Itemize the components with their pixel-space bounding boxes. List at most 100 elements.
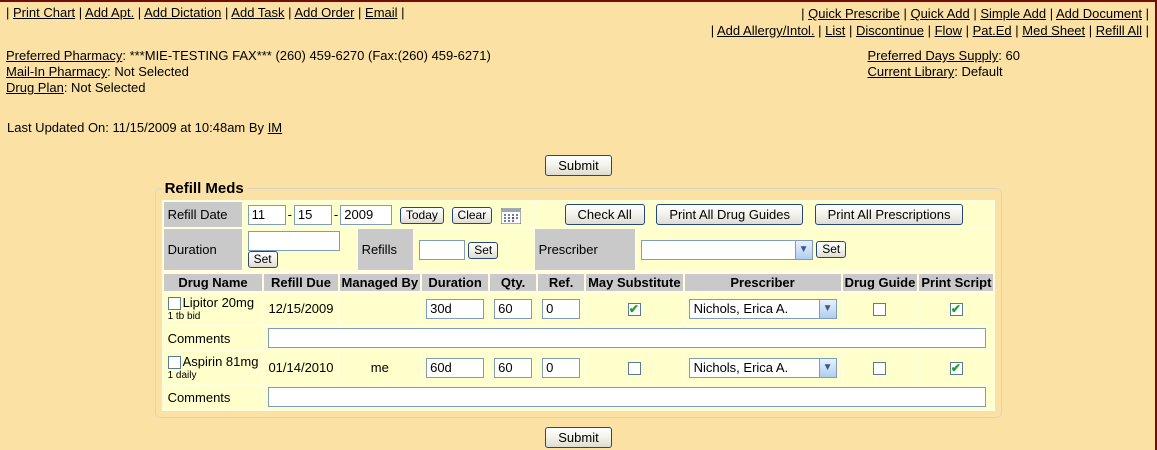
ref-cell	[538, 293, 584, 324]
refill-date-controls: -- Today Clear	[244, 202, 533, 227]
refill-date-day-input[interactable]	[294, 205, 332, 225]
nav-email[interactable]: Email	[365, 5, 398, 20]
frame-border-top	[0, 0, 1157, 2]
last-updated-user-link[interactable]: IM	[268, 120, 282, 135]
submit-button-top[interactable]: Submit	[545, 155, 611, 176]
comments-input[interactable]	[268, 387, 985, 407]
drug-guide-checkbox[interactable]	[873, 303, 886, 316]
col-duration: Duration	[422, 274, 488, 291]
refill-meds-legend: Refill Meds	[162, 180, 247, 197]
comments-label: Comments	[164, 326, 263, 350]
calendar-icon[interactable]	[501, 208, 521, 224]
drug-name: Lipitor 20mg	[183, 295, 255, 310]
duration-set-button[interactable]: Set	[248, 251, 278, 268]
drug-select-checkbox[interactable]	[168, 356, 181, 369]
duration-input[interactable]	[426, 358, 484, 378]
drug-sig: 1 daily	[168, 369, 259, 381]
prescriber-select[interactable]: Nichols, Erica A. ▼	[689, 358, 837, 378]
nav-add-dictation[interactable]: Add Dictation	[144, 5, 221, 20]
submit-row-bottom: Submit	[0, 427, 1157, 448]
today-button[interactable]: Today	[400, 207, 444, 224]
comments-cell	[264, 385, 993, 409]
col-may-substitute: May Substitute	[586, 274, 682, 291]
col-prescriber: Prescriber	[685, 274, 841, 291]
mail-in-pharmacy-link[interactable]: Mail-In Pharmacy	[6, 64, 107, 79]
drug-name: Aspirin 81mg	[183, 354, 259, 369]
print-script-cell	[919, 293, 993, 324]
refills-set-button[interactable]: Set	[468, 242, 498, 259]
nav-pat-ed[interactable]: Pat.Ed	[973, 23, 1012, 38]
col-ref: Ref.	[538, 274, 584, 291]
refills-label: Refills	[358, 229, 413, 270]
qty-input[interactable]	[494, 358, 532, 378]
mail-in-pharmacy-value: Not Selected	[114, 64, 188, 79]
submit-button-bottom[interactable]: Submit	[545, 427, 611, 448]
nav-print-chart[interactable]: Print Chart	[13, 5, 75, 20]
may-substitute-cell	[586, 352, 682, 383]
prescriber-cell: Nichols, Erica A. ▼	[685, 293, 841, 324]
col-drug-name: Drug Name	[164, 274, 263, 291]
preferred-days-supply-link[interactable]: Preferred Days Supply	[868, 48, 999, 63]
chevron-down-icon: ▼	[819, 359, 836, 377]
nav-discontinue[interactable]: Discontinue	[856, 23, 924, 38]
nav-quick-add[interactable]: Quick Add	[910, 6, 969, 21]
nav-flow[interactable]: Flow	[935, 23, 962, 38]
duration-cell	[422, 293, 488, 324]
may-substitute-cell	[586, 293, 682, 324]
nav-refill-all[interactable]: Refill All	[1096, 23, 1142, 38]
prescriber-set-button[interactable]: Set	[816, 241, 846, 258]
print-script-checkbox[interactable]	[950, 303, 963, 316]
preferred-pharmacy-link[interactable]: Preferred Pharmacy	[6, 48, 122, 63]
drug-plan-link[interactable]: Drug Plan	[6, 80, 64, 95]
duration-bulk-input[interactable]	[248, 231, 340, 251]
ref-input[interactable]	[542, 358, 580, 378]
comments-input[interactable]	[268, 328, 985, 348]
clear-button[interactable]: Clear	[452, 207, 493, 224]
current-library-value: Default	[961, 64, 1002, 79]
comments-row: Comments	[164, 385, 994, 409]
drug-name-cell: Lipitor 20mg 1 tb bid	[164, 293, 263, 324]
qty-input[interactable]	[494, 299, 532, 319]
may-substitute-checkbox[interactable]	[628, 303, 641, 316]
nav-add-task[interactable]: Add Task	[231, 5, 284, 20]
refills-bulk-input[interactable]	[419, 240, 465, 260]
last-updated-text: Last Updated On: 11/15/2009 at 10:48am B…	[7, 120, 264, 135]
nav-add-allergy[interactable]: Add Allergy/Intol.	[717, 23, 815, 38]
toolbar-left: Print Chart Add Apt. Add Dictation Add Task…	[6, 5, 405, 39]
check-all-button[interactable]: Check All	[565, 204, 645, 225]
nav-simple-add[interactable]: Simple Add	[980, 6, 1046, 21]
refill-due-cell: 12/15/2009	[264, 293, 337, 324]
meds-table: Drug Name Refill Due Managed By Duration…	[162, 272, 996, 411]
drug-guide-checkbox[interactable]	[873, 362, 886, 375]
duration-cell	[422, 352, 488, 383]
may-substitute-checkbox[interactable]	[628, 362, 641, 375]
print-all-prescriptions-button[interactable]: Print All Prescriptions	[815, 204, 964, 225]
refill-date-year-input[interactable]	[340, 205, 392, 225]
bulk-action-buttons: Check All Print All Drug Guides Print Al…	[535, 202, 994, 227]
nav-med-sheet[interactable]: Med Sheet	[1022, 23, 1085, 38]
nav-add-apt[interactable]: Add Apt.	[85, 5, 134, 20]
prescriber-select[interactable]: Nichols, Erica A. ▼	[689, 299, 837, 319]
comments-row: Comments	[164, 326, 994, 350]
nav-list[interactable]: List	[825, 23, 845, 38]
refill-date-label: Refill Date	[164, 202, 242, 227]
ref-input[interactable]	[542, 299, 580, 319]
drug-guide-cell	[843, 293, 918, 324]
col-qty: Qty.	[490, 274, 536, 291]
prescriber-bulk-select[interactable]: ▼	[641, 240, 813, 260]
duration-input[interactable]	[426, 299, 484, 319]
toolbar-right-row2: Add Allergy/Intol. List Discontinue Flow Pat…	[711, 22, 1149, 39]
drug-select-checkbox[interactable]	[168, 297, 181, 310]
nav-add-order[interactable]: Add Order	[294, 5, 354, 20]
print-all-drug-guides-button[interactable]: Print All Drug Guides	[656, 204, 803, 225]
print-script-checkbox[interactable]	[950, 362, 963, 375]
refill-date-month-input[interactable]	[248, 205, 286, 225]
refill-controls-table: Refill Date -- Today Clear Check Al	[162, 200, 996, 272]
print-script-cell	[919, 352, 993, 383]
nav-add-document[interactable]: Add Document	[1056, 6, 1142, 21]
current-library-link[interactable]: Current Library	[868, 64, 955, 79]
chevron-down-icon: ▼	[795, 241, 812, 259]
bulk-set-row: Duration Set Refills Set Prescriber ▼ Se…	[164, 229, 994, 270]
nav-quick-prescribe[interactable]: Quick Prescribe	[808, 6, 900, 21]
pharmacy-info-section: Preferred Pharmacy***MIE-TESTING FAX*** …	[0, 46, 1157, 96]
